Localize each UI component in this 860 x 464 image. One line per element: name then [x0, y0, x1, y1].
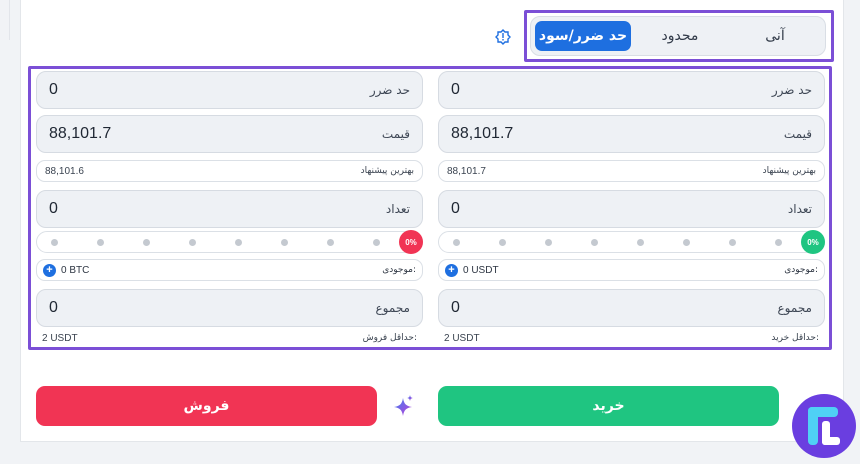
sell-amount-label: تعداد: [385, 202, 410, 216]
buy-best-offer-label: بهترین پیشنهاد: [762, 166, 816, 176]
slider-step[interactable]: [683, 239, 690, 246]
sell-minimum-value: 2 USDT: [42, 332, 78, 344]
slider-step[interactable]: [775, 239, 782, 246]
sell-best-offer-value: 88,101.6: [45, 165, 84, 177]
sell-stop-loss-label: حد ضرر: [369, 83, 410, 97]
sell-stop-loss-field[interactable]: 0 حد ضرر: [36, 71, 423, 109]
sell-best-offer[interactable]: 88,101.6 بهترین پیشنهاد: [36, 160, 423, 182]
sell-price-value[interactable]: 88,101.7: [49, 125, 111, 143]
slider-step[interactable]: [591, 239, 598, 246]
slider-step[interactable]: [453, 239, 460, 246]
slider-step[interactable]: [545, 239, 552, 246]
sparkle-icon[interactable]: [392, 394, 414, 418]
sell-total-field[interactable]: 0 مجموع: [36, 289, 423, 327]
sell-best-offer-label: بهترین پیشنهاد: [360, 166, 414, 176]
buy-minimum: 2 USDT حداقل خرید:: [438, 330, 825, 346]
tab-market[interactable]: آنی: [729, 21, 821, 51]
buy-best-offer[interactable]: 88,101.7 بهترین پیشنهاد: [438, 160, 825, 182]
sell-amount-value[interactable]: 0: [49, 200, 58, 218]
sell-amount-field[interactable]: 0 تعداد: [36, 190, 423, 228]
left-edge-divider: [0, 0, 10, 40]
buy-minimum-value: 2 USDT: [444, 332, 480, 344]
buy-price-field[interactable]: 88,101.7 قیمت: [438, 115, 825, 153]
slider-step[interactable]: [637, 239, 644, 246]
slider-step[interactable]: [97, 239, 104, 246]
slider-step[interactable]: [499, 239, 506, 246]
sell-minimum: 2 USDT حداقل فروش:: [36, 330, 423, 346]
info-badge-icon[interactable]: [494, 28, 512, 46]
buy-amount-value[interactable]: 0: [451, 200, 460, 218]
sell-total-value[interactable]: 0: [49, 299, 58, 317]
tab-limit[interactable]: محدود: [631, 21, 729, 51]
buy-balance-value: 0 USDT: [463, 264, 499, 276]
sell-price-field[interactable]: 88,101.7 قیمت: [36, 115, 423, 153]
brand-logo-icon: [792, 394, 856, 458]
sell-balance-value: 0 BTC: [61, 264, 90, 276]
plus-circle-icon[interactable]: +: [43, 263, 56, 277]
sell-percent-slider[interactable]: 0%: [36, 230, 423, 254]
slider-step[interactable]: [373, 239, 380, 246]
buy-total-value[interactable]: 0: [451, 299, 460, 317]
buy-price-value[interactable]: 88,101.7: [451, 125, 513, 143]
sell-price-label: قیمت: [381, 127, 410, 141]
buy-minimum-label: حداقل خرید:: [771, 333, 819, 343]
slider-step[interactable]: [729, 239, 736, 246]
buy-amount-field[interactable]: 0 تعداد: [438, 190, 825, 228]
buy-stop-loss-value[interactable]: 0: [451, 81, 460, 99]
buy-slider-knob[interactable]: 0%: [801, 230, 825, 254]
buy-amount-label: تعداد: [787, 202, 812, 216]
sell-balance: + 0 BTC موجودی:: [36, 259, 423, 281]
slider-step[interactable]: [189, 239, 196, 246]
slider-step[interactable]: [235, 239, 242, 246]
slider-step[interactable]: [51, 239, 58, 246]
buy-total-label: مجموع: [777, 301, 812, 315]
slider-step[interactable]: [281, 239, 288, 246]
sell-button[interactable]: فروش: [36, 386, 377, 426]
buy-best-offer-value: 88,101.7: [447, 165, 486, 177]
buy-stop-loss-label: حد ضرر: [771, 83, 812, 97]
sell-total-label: مجموع: [375, 301, 410, 315]
tab-stop-loss-take-profit[interactable]: حد ضرر/سود: [535, 21, 631, 51]
buy-balance: + 0 USDT موجودی:: [438, 259, 825, 281]
buy-stop-loss-field[interactable]: 0 حد ضرر: [438, 71, 825, 109]
buy-price-label: قیمت: [783, 127, 812, 141]
slider-step[interactable]: [327, 239, 334, 246]
sell-minimum-label: حداقل فروش:: [362, 333, 417, 343]
buy-button[interactable]: خرید: [438, 386, 779, 426]
order-type-tabs: آنی محدود حد ضرر/سود: [530, 16, 826, 56]
order-form-stage: آنی محدود حد ضرر/سود 0 حد ضرر 88,101.7 ق…: [0, 0, 860, 464]
slider-step[interactable]: [143, 239, 150, 246]
buy-total-field[interactable]: 0 مجموع: [438, 289, 825, 327]
sell-stop-loss-value[interactable]: 0: [49, 81, 58, 99]
sell-slider-knob[interactable]: 0%: [399, 230, 423, 254]
sell-balance-label: موجودی:: [382, 265, 416, 275]
buy-balance-label: موجودی:: [784, 265, 818, 275]
plus-circle-icon[interactable]: +: [445, 263, 458, 277]
buy-percent-slider[interactable]: 0%: [438, 230, 825, 254]
